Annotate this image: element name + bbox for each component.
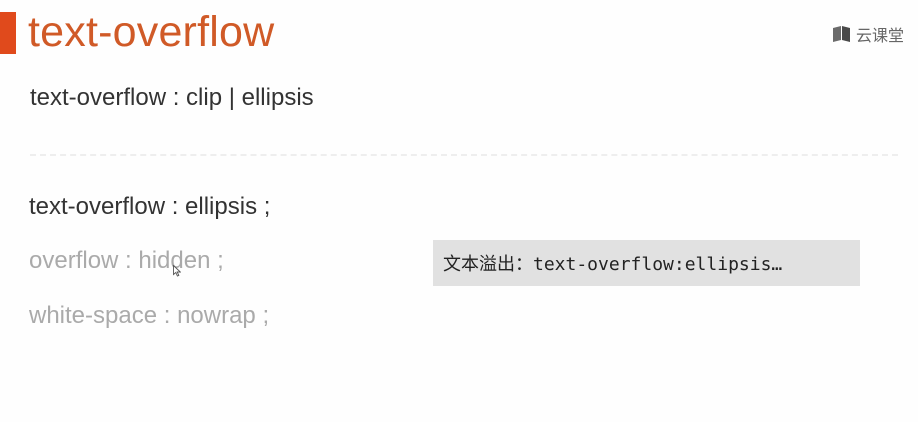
rule-overflow: overflow : hidden ;	[29, 247, 224, 274]
rule-white-space: white-space : nowrap ;	[29, 302, 270, 329]
ellipsis-demo-box: 文本溢出：text-overflow:ellipsis…	[433, 240, 860, 286]
slide-title: text-overflow	[28, 8, 275, 56]
mouse-cursor-icon	[173, 264, 182, 277]
brand-name: 云课堂	[855, 28, 904, 45]
ellipsis-demo-text: 文本溢出：text-overflow:ellipsis…	[443, 254, 783, 275]
rule-text-overflow: text-overflow : ellipsis ;	[29, 193, 271, 220]
title-accent-bar	[0, 12, 16, 54]
divider	[30, 154, 898, 156]
slide: text-overflow 云课堂 text-overflow : clip |…	[0, 0, 918, 422]
syntax-line: text-overflow : clip | ellipsis	[30, 84, 314, 111]
book-icon	[832, 25, 851, 43]
brand-logo: 云课堂	[832, 22, 904, 46]
